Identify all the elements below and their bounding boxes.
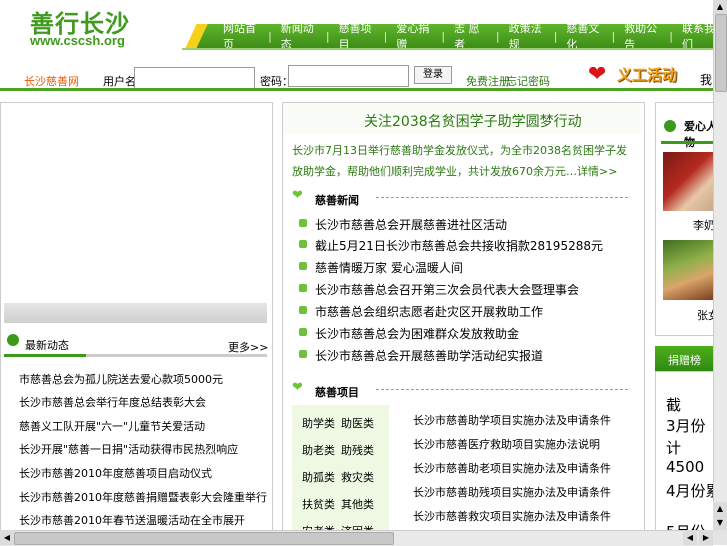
- donation-line: 计: [666, 439, 682, 457]
- bullet-icon: [299, 262, 307, 270]
- scroll-right-icon[interactable]: ▶: [699, 530, 713, 545]
- username-input[interactable]: [134, 67, 255, 89]
- category-link[interactable]: 其他类: [341, 496, 374, 512]
- scroll-left-icon[interactable]: ◀: [0, 530, 14, 545]
- section-divider: [376, 389, 628, 390]
- news-item[interactable]: 市慈善总会组织志愿者赴灾区开展救助工作: [315, 303, 543, 320]
- project-item[interactable]: 长沙市慈善助残项目实施办法及申请条件: [413, 484, 611, 500]
- project-item[interactable]: 长沙市慈善助老项目实施办法及申请条件: [413, 460, 611, 476]
- section-title: 慈善项目: [315, 386, 359, 399]
- header-divider: [0, 88, 713, 91]
- bullet-icon: [299, 350, 307, 358]
- heading-rule-accent: [4, 354, 86, 357]
- trailing-text: 我: [700, 73, 713, 87]
- scroll-up-icon[interactable]: ▲: [713, 0, 727, 14]
- news-item[interactable]: 慈善情暖万家 爱心温暖人间: [315, 259, 463, 276]
- project-item[interactable]: 长沙市慈善医疗救助项目实施办法说明: [413, 436, 600, 452]
- bullet-icon: [299, 306, 307, 314]
- volunteer-banner[interactable]: 义工活动: [617, 64, 677, 85]
- site-url: www.cscsh.org: [30, 33, 125, 48]
- donation-title: 捐赠榜: [668, 354, 701, 367]
- bullet-icon: [299, 328, 307, 336]
- bullet-icon: [299, 284, 307, 292]
- heart-icon: ❤: [292, 380, 303, 395]
- login-button[interactable]: 登录: [414, 66, 452, 84]
- person-photo[interactable]: [663, 240, 713, 300]
- news-item[interactable]: 截止5月21日长沙市慈善总会共接收捐款28195288元: [315, 237, 603, 254]
- category-link[interactable]: 助学类: [302, 415, 335, 431]
- list-item[interactable]: 长沙市慈善2010年度慈善项目启动仪式: [19, 465, 212, 481]
- list-item[interactable]: 长沙市慈善2010年春节送温暖活动在全市展开: [19, 512, 245, 528]
- bullet-icon: [299, 240, 307, 248]
- category-link[interactable]: 助孤类: [302, 469, 335, 485]
- play-icon: [7, 334, 19, 346]
- slideshow-bar: [4, 303, 267, 323]
- person-photo[interactable]: [663, 152, 713, 211]
- project-item[interactable]: 长沙市慈善救灾项目实施办法及申请条件: [413, 508, 611, 524]
- category-link[interactable]: 助残类: [341, 442, 374, 458]
- list-item[interactable]: 长沙开展"慈善一日捐"活动获得市民热烈响应: [19, 441, 238, 457]
- news-item[interactable]: 长沙市慈善总会开展慈善进社区活动: [315, 216, 507, 233]
- nav-underline: [182, 48, 727, 50]
- bullet-icon: [299, 219, 307, 227]
- news-item[interactable]: 长沙市慈善总会召开第三次会员代表大会暨理事会: [315, 281, 579, 298]
- list-item[interactable]: 长沙市慈善总会举行年度总结表彰大会: [19, 394, 206, 410]
- play-icon: [664, 120, 676, 132]
- vertical-scroll-thumb[interactable]: [715, 14, 727, 92]
- category-link[interactable]: 救灾类: [341, 469, 374, 485]
- section-title: 慈善新闻: [315, 194, 359, 207]
- project-item[interactable]: 长沙市慈善助学项目实施办法及申请条件: [413, 412, 611, 428]
- category-link[interactable]: 助医类: [341, 415, 374, 431]
- heart-icon: ❤: [292, 188, 303, 203]
- heading-rule-accent: [661, 141, 713, 144]
- category-link[interactable]: 扶贫类: [302, 496, 335, 512]
- nav-accent-stripe: [182, 24, 212, 48]
- scroll-down-icon[interactable]: ▼: [713, 516, 727, 530]
- headline-title[interactable]: 关注2038名贫困学子助学圆梦行动: [364, 111, 582, 131]
- list-item[interactable]: 慈善义工队开展"六一"儿童节关爱活动: [19, 418, 205, 434]
- scroll-up-icon[interactable]: ▲: [713, 502, 727, 516]
- news-item[interactable]: 长沙市慈善总会开展慈善助学活动纪实报道: [315, 347, 543, 364]
- headline-summary[interactable]: 长沙市7月13日举行慈善助学金发放仪式，为全市2038名贫困学子发放助学金，帮助…: [292, 140, 637, 182]
- scroll-left-icon[interactable]: ◀: [683, 530, 697, 545]
- heart-icon: ❤: [588, 62, 607, 87]
- more-link[interactable]: 更多>>: [228, 339, 268, 355]
- donation-line: 3月份: [666, 417, 706, 435]
- left-heading: 最新动态: [25, 339, 69, 352]
- section-divider: [376, 197, 628, 198]
- donation-line: 4500: [666, 458, 705, 476]
- list-item[interactable]: 市慈善总会为孤儿院送去爱心款项5000元: [19, 371, 223, 387]
- list-item[interactable]: 长沙市慈善2010年度慈善捐赠暨表彰大会隆重举行: [19, 489, 267, 505]
- register-link[interactable]: 免费注册: [466, 73, 510, 89]
- password-input[interactable]: [288, 65, 409, 87]
- home-link[interactable]: 长沙慈善网: [24, 73, 79, 89]
- horizontal-scroll-thumb[interactable]: [14, 532, 394, 545]
- forgot-password-link[interactable]: 忘记密码: [506, 73, 550, 89]
- scrollbar-corner: [713, 530, 727, 545]
- category-link[interactable]: 助老类: [302, 442, 335, 458]
- donation-line: 截: [666, 396, 682, 414]
- main-nav: 网站首页 | 新闻动态 | 慈善项目 | 爱心捐赠 | 志 愿 者 | 政策法规 | 慈善文…: [214, 22, 727, 51]
- news-item[interactable]: 长沙市慈善总会为困难群众发放救助金: [315, 325, 519, 342]
